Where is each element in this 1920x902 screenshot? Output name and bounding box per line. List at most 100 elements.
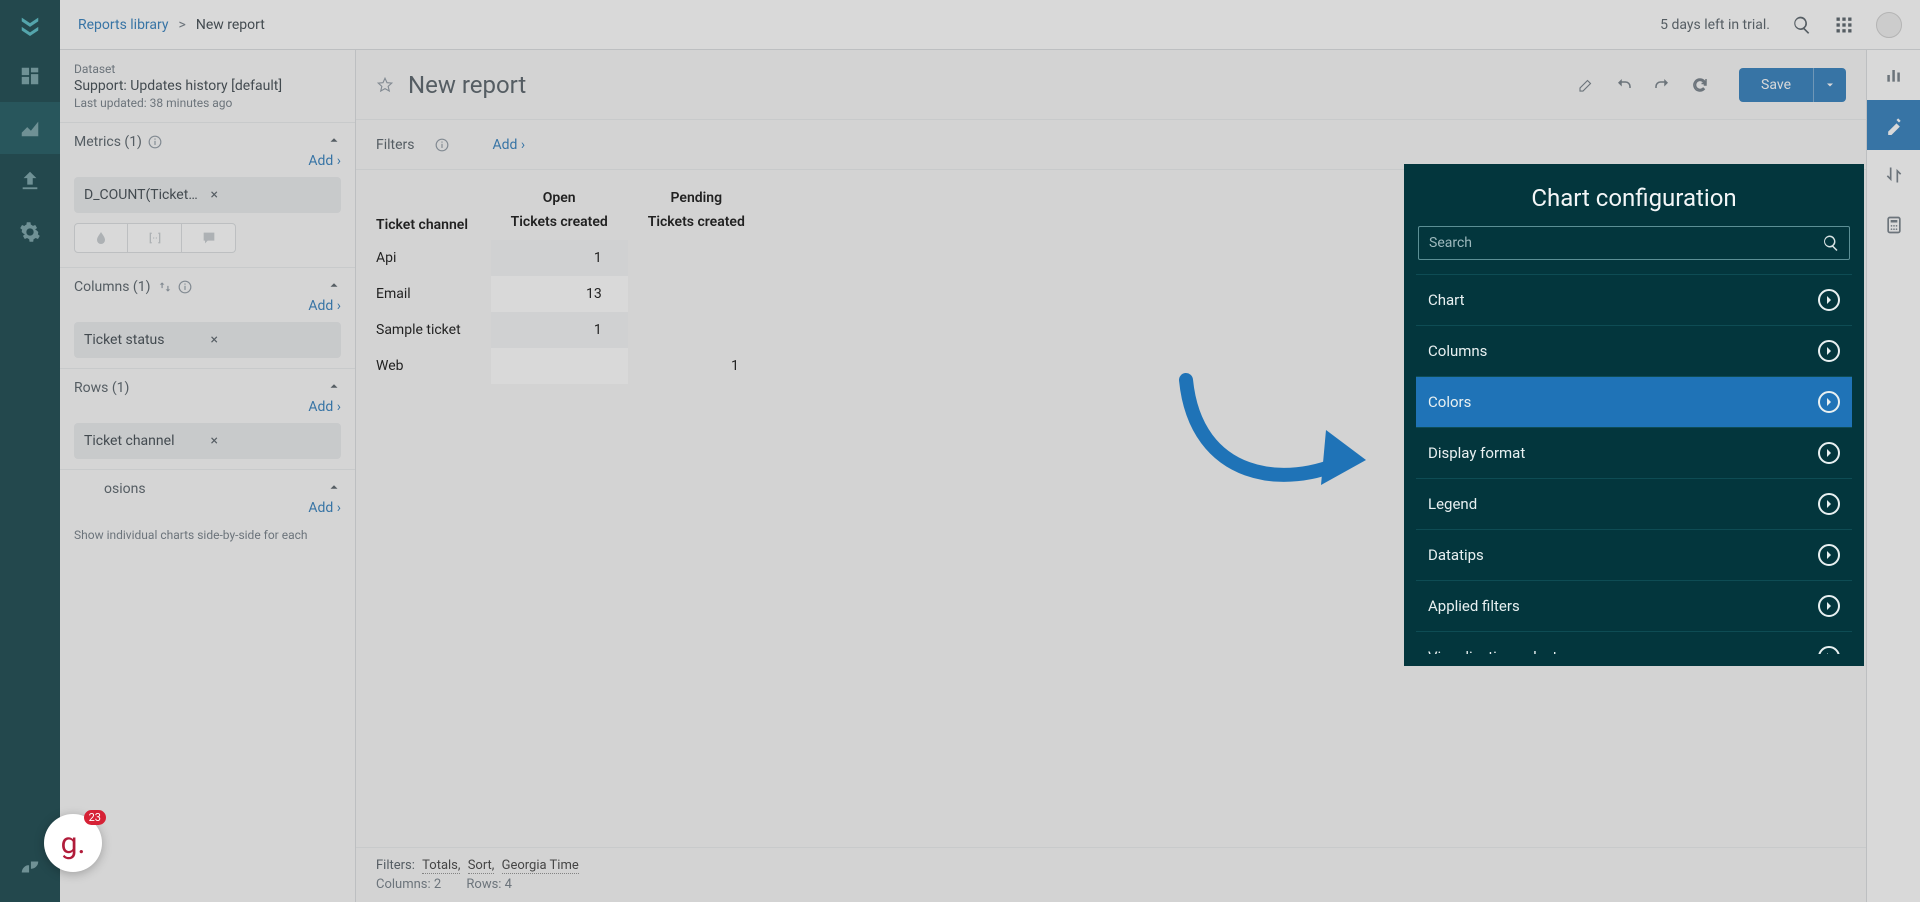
help-fab[interactable]: g. 23	[44, 814, 102, 872]
popup-item-legend[interactable]: Legend	[1416, 479, 1852, 530]
cell-pending	[628, 240, 765, 276]
footer-link-tz[interactable]: Georgia Time	[502, 858, 579, 874]
popup-item-visualization-selector[interactable]: Visualization selector	[1416, 632, 1852, 654]
arrow-right-icon	[1818, 289, 1840, 311]
columns-add[interactable]: Add ›	[308, 298, 341, 314]
filters-add[interactable]: Add ›	[493, 137, 526, 153]
apps-icon[interactable]	[1834, 15, 1854, 35]
popup-item-datatips[interactable]: Datatips	[1416, 530, 1852, 581]
popup-item-label: Colors	[1428, 393, 1471, 411]
calculations-button[interactable]	[1867, 200, 1920, 250]
fab-badge: 23	[84, 810, 106, 825]
chart-config-popup: Chart configuration Chart Columns Colors Di…	[1404, 164, 1864, 666]
metric-chip[interactable]: D_COUNT(Tickets created) ×	[74, 177, 341, 213]
row-label: Email	[376, 276, 491, 312]
viz-type-button[interactable]	[1867, 50, 1920, 100]
arrow-right-icon	[1818, 493, 1840, 515]
popup-item-label: Datatips	[1428, 546, 1484, 564]
result-table: Open Pending Ticket channel Tickets crea…	[376, 186, 765, 384]
rows-title: Rows (1)	[74, 380, 129, 396]
table-row: Sample ticket1	[376, 312, 765, 348]
metrics-add[interactable]: Add ›	[308, 153, 341, 169]
popup-item-label: Chart	[1428, 291, 1465, 309]
footer-link-totals[interactable]: Totals,	[422, 858, 460, 874]
columns-collapse[interactable]	[327, 278, 341, 296]
footer-filters-label: Filters:	[376, 858, 415, 873]
popup-item-colors[interactable]: Colors	[1416, 377, 1852, 428]
report-title[interactable]: New report	[408, 71, 526, 99]
dataset-name: Support: Updates history [default]	[74, 76, 341, 94]
save-dropdown[interactable]	[1814, 68, 1846, 102]
info-icon[interactable]	[148, 135, 162, 149]
chart-config-button[interactable]	[1867, 100, 1920, 150]
popup-item-chart[interactable]: Chart	[1416, 275, 1852, 326]
arrow-right-icon	[1818, 544, 1840, 566]
swap-icon[interactable]	[158, 280, 172, 294]
popup-search-input[interactable]	[1418, 226, 1850, 260]
footer-rows: Rows: 4	[466, 877, 512, 892]
app-left-rail	[0, 0, 60, 902]
cell-open: 1	[491, 312, 628, 348]
row-chip-remove[interactable]: ×	[205, 433, 332, 449]
popup-item-label: Applied filters	[1428, 597, 1520, 615]
row-header: Ticket channel	[376, 210, 491, 240]
undo-icon[interactable]	[1615, 76, 1633, 94]
breadcrumb-current: New report	[196, 17, 265, 33]
arrow-right-icon	[1818, 391, 1840, 413]
footer-link-sort[interactable]: Sort,	[468, 858, 495, 874]
dataset-label: Dataset	[74, 62, 341, 76]
metric-chip-remove[interactable]: ×	[205, 187, 332, 203]
breadcrumb-sep: >	[179, 17, 186, 33]
explosions-collapse[interactable]	[327, 480, 341, 498]
rows-collapse[interactable]	[327, 379, 341, 397]
search-icon[interactable]	[1792, 15, 1812, 35]
sub-open: Tickets created	[491, 210, 628, 240]
breadcrumb-library-link[interactable]: Reports library	[78, 17, 169, 33]
rows-add[interactable]: Add ›	[308, 399, 341, 415]
column-chip[interactable]: Ticket status ×	[74, 322, 341, 358]
info-icon[interactable]	[435, 138, 449, 152]
top-bar: Reports library > New report 5 days left…	[60, 0, 1920, 50]
explosions-desc: Show individual charts side-by-side for …	[60, 524, 355, 552]
arrow-right-icon	[1818, 442, 1840, 464]
nav-datasets[interactable]	[0, 154, 60, 206]
user-avatar[interactable]	[1876, 12, 1902, 38]
footer-columns: Columns: 2	[376, 877, 441, 892]
cell-open	[491, 348, 628, 384]
table-row: Web1	[376, 348, 765, 384]
trial-notice: 5 days left in trial.	[1660, 17, 1770, 33]
dataset-updated: Last updated: 38 minutes ago	[74, 94, 341, 110]
nav-admin[interactable]	[0, 206, 60, 258]
nav-reports[interactable]	[0, 102, 60, 154]
explosions-add[interactable]: Add ›	[308, 500, 341, 516]
app-logo	[0, 0, 60, 50]
popup-item-display-format[interactable]: Display format	[1416, 428, 1852, 479]
explosions-title: osions	[104, 481, 146, 497]
popup-item-columns[interactable]: Columns	[1416, 326, 1852, 377]
column-chip-remove[interactable]: ×	[205, 332, 332, 348]
metrics-title: Metrics (1)	[74, 134, 142, 150]
nav-dashboards[interactable]	[0, 50, 60, 102]
row-chip[interactable]: Ticket channel ×	[74, 423, 341, 459]
right-rail	[1866, 50, 1920, 902]
refresh-icon[interactable]	[1691, 76, 1709, 94]
dataset-block: Dataset Support: Updates history [defaul…	[60, 50, 355, 123]
popup-title: Chart configuration	[1416, 176, 1852, 226]
popup-item-applied-filters[interactable]: Applied filters	[1416, 581, 1852, 632]
redo-icon[interactable]	[1653, 76, 1671, 94]
format-brackets-icon[interactable]	[128, 223, 182, 253]
metrics-collapse[interactable]	[327, 133, 341, 151]
favorite-star-icon[interactable]	[376, 76, 394, 94]
row-label: Api	[376, 240, 491, 276]
config-sidebar: Dataset Support: Updates history [defaul…	[60, 50, 356, 902]
result-manipulation-button[interactable]	[1867, 150, 1920, 200]
format-water-icon[interactable]	[74, 223, 128, 253]
cell-pending	[628, 276, 765, 312]
save-button[interactable]: Save	[1739, 68, 1814, 102]
col-status-open: Open	[491, 186, 628, 210]
sub-pending: Tickets created	[628, 210, 765, 240]
edit-sql-icon[interactable]	[1577, 76, 1595, 94]
search-icon	[1822, 234, 1840, 252]
info-icon[interactable]	[178, 280, 192, 294]
format-comment-icon[interactable]	[182, 223, 236, 253]
